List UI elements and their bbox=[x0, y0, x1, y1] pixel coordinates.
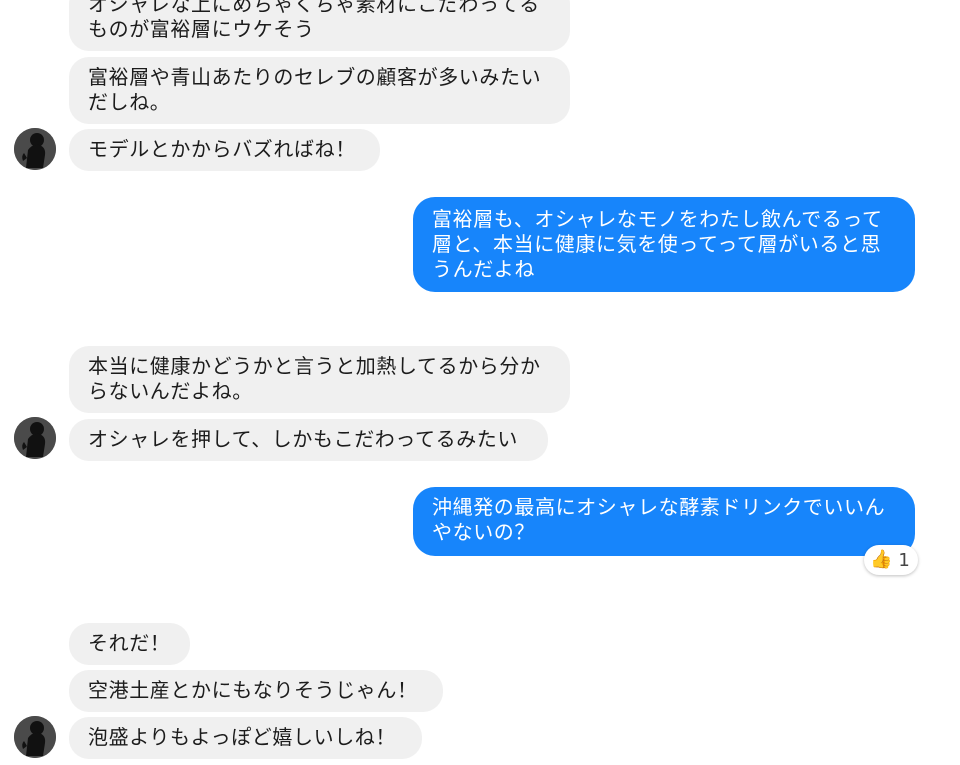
message-bubble-incoming[interactable]: 本当に健康かどうかと言うと加熱してるから分か らないんだよね。 bbox=[69, 346, 570, 413]
message-bubble-incoming[interactable]: モデルとかからバズればね！ bbox=[69, 129, 380, 171]
reaction-count: 1 bbox=[898, 549, 910, 571]
message-bubble-incoming[interactable]: それだ！ bbox=[69, 623, 190, 665]
message-bubble-incoming[interactable]: 泡盛よりもよっぽど嬉しいしね！ bbox=[69, 717, 422, 759]
thumbs-up-icon: 👍 bbox=[870, 549, 893, 570]
message-bubble-outgoing[interactable]: 沖縄発の最高にオシャレな酵素ドリンクでいいん やないの？ bbox=[413, 487, 915, 556]
avatar-silhouette-icon bbox=[14, 128, 56, 170]
contact-avatar[interactable] bbox=[14, 716, 56, 758]
message-bubble-incoming[interactable]: オシャレな上にめちゃくちゃ素材にこだわってる ものが富裕層にウケそう bbox=[69, 0, 570, 51]
message-reaction[interactable]: 👍 1 bbox=[864, 545, 918, 575]
avatar-silhouette-icon bbox=[14, 417, 56, 459]
message-bubble-incoming[interactable]: 富裕層や青山あたりのセレブの顧客が多いみたい だしね。 bbox=[69, 57, 570, 124]
message-bubble-incoming[interactable]: オシャレを押して、しかもこだわってるみたい bbox=[69, 419, 548, 461]
message-bubble-outgoing[interactable]: 富裕層も、オシャレなモノをわたし飲んでるって 層と、本当に健康に気を使ってって層… bbox=[413, 197, 915, 292]
avatar-silhouette-icon bbox=[14, 716, 56, 758]
message-bubble-incoming[interactable]: 空港土産とかにもなりそうじゃん！ bbox=[69, 670, 443, 712]
contact-avatar[interactable] bbox=[14, 417, 56, 459]
contact-avatar[interactable] bbox=[14, 128, 56, 170]
